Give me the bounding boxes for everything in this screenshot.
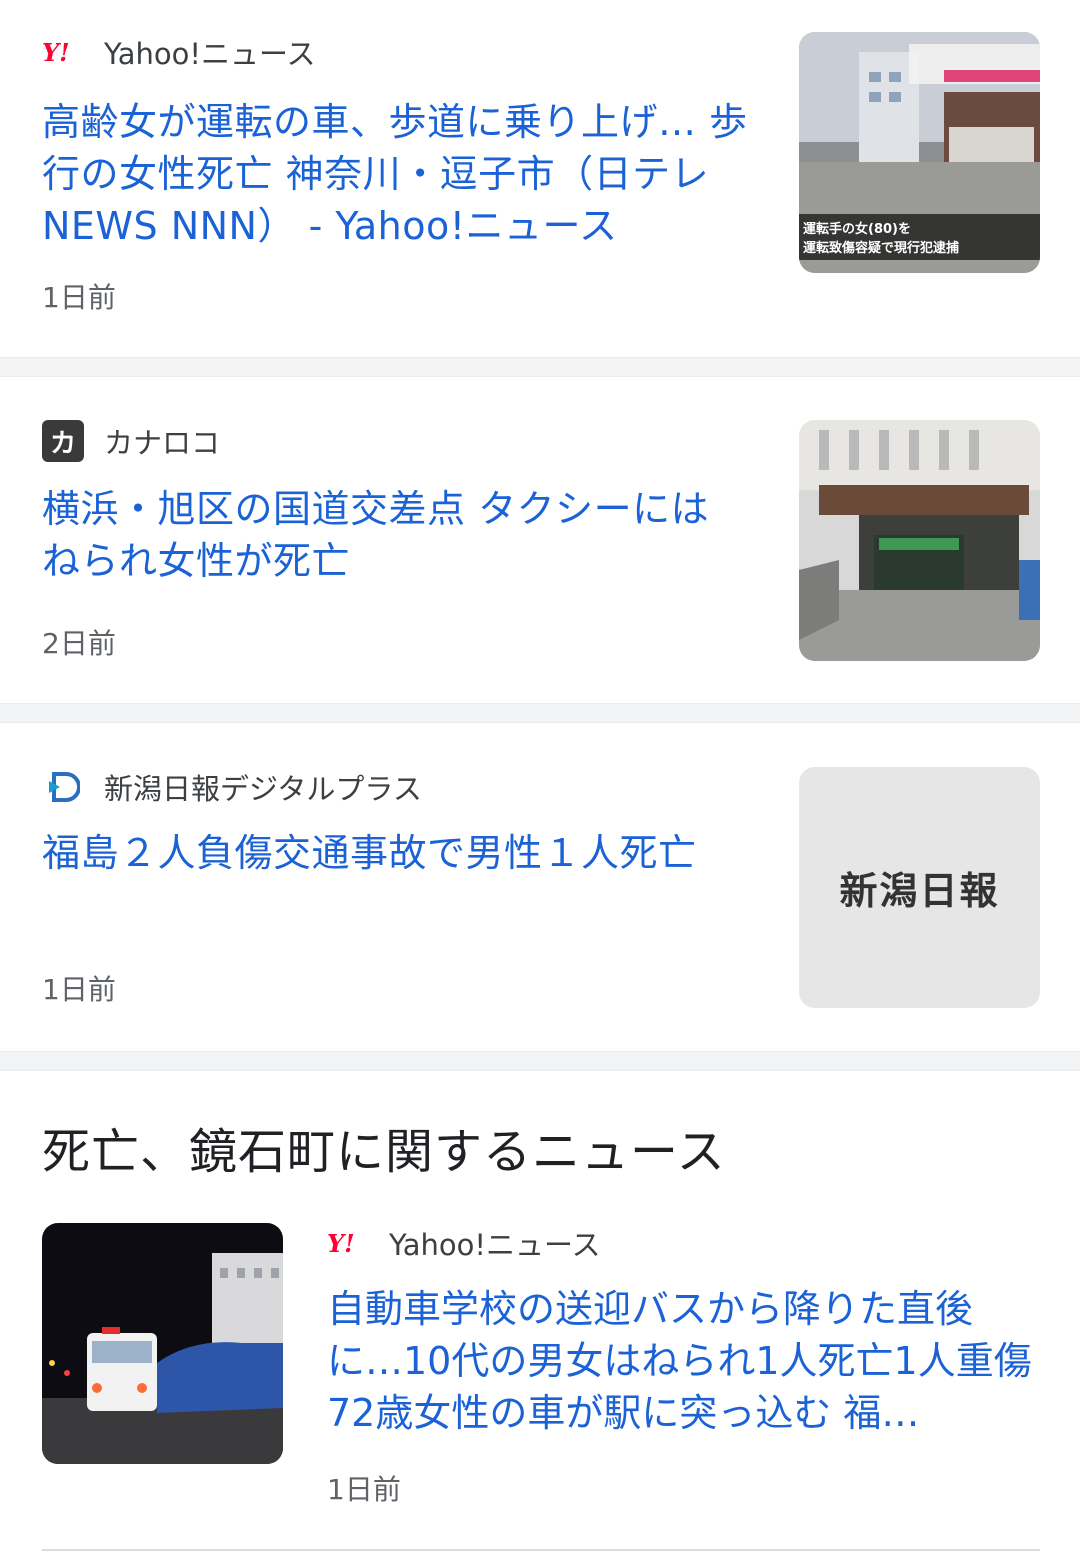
thumbnail-image[interactable]: 新潟日報 [799, 767, 1040, 1008]
headline-link[interactable]: 福島２人負傷交通事故で男性１人死亡 [42, 827, 782, 879]
source-name: カナロコ [104, 426, 221, 460]
news-source: 新潟日報デジタルプラス [42, 767, 422, 807]
headline-link[interactable]: 自動車学校の送迎バスから降りた直後に…10代の男女はねられ1人死亡1人重傷 72… [327, 1283, 1047, 1439]
news-card-1[interactable]: Y! Yahoo!ニュース 高齢女が運転の車、歩道に乗り上げ… 歩行の女性死亡 … [0, 0, 1080, 357]
card-divider [0, 357, 1080, 377]
card-divider [0, 703, 1080, 723]
timestamp: 1日前 [42, 281, 116, 314]
yahoo-logo-icon: Y! [327, 1229, 369, 1257]
headline-link[interactable]: 横浜・旭区の国道交差点 タクシーにはねられ女性が死亡 [42, 483, 742, 587]
news-card-4[interactable]: Y! Yahoo!ニュース 自動車学校の送迎バスから降りた直後に…10代の男女は… [0, 1200, 1080, 1545]
news-source: Y! Yahoo!ニュース [327, 1223, 601, 1263]
svg-text:Y!: Y! [42, 39, 70, 65]
thumbnail-image[interactable]: 運転手の女(80)を 運転致傷容疑で現行犯逮捕 [799, 32, 1040, 273]
timestamp: 1日前 [42, 973, 116, 1006]
timestamp: 2日前 [42, 627, 116, 660]
list-bottom-divider [42, 1549, 1040, 1551]
thumbnail-text: 新潟日報 [839, 868, 1000, 913]
niigata-nippo-logo-icon [42, 766, 84, 808]
source-name: Yahoo!ニュース [389, 1228, 601, 1262]
card-divider [0, 1051, 1080, 1071]
news-card-2[interactable]: カ カナロコ 横浜・旭区の国道交差点 タクシーにはねられ女性が死亡 2日前 [0, 377, 1080, 703]
svg-text:運転手の女(80)を: 運転手の女(80)を [803, 221, 911, 237]
yahoo-logo-icon: Y! [42, 38, 84, 66]
news-source: Y! Yahoo!ニュース [42, 32, 316, 72]
svg-text:運転致傷容疑で現行犯逮捕: 運転致傷容疑で現行犯逮捕 [803, 240, 959, 256]
thumbnail-image[interactable] [42, 1223, 283, 1464]
source-name: Yahoo!ニュース [104, 37, 316, 71]
news-source: カ カナロコ [42, 420, 221, 462]
timestamp: 1日前 [327, 1473, 401, 1506]
source-name: 新潟日報デジタルプラス [104, 772, 422, 806]
headline-link[interactable]: 高齢女が運転の車、歩道に乗り上げ… 歩行の女性死亡 神奈川・逗子市（日テレNEW… [42, 96, 762, 252]
section-title: 死亡、鏡石町に関するニュース [42, 1124, 726, 1180]
news-card-3[interactable]: 新潟日報デジタルプラス 福島２人負傷交通事故で男性１人死亡 1日前 新潟日報 [0, 723, 1080, 1051]
thumbnail-image[interactable] [799, 420, 1040, 661]
kanaloco-logo-icon: カ [42, 420, 84, 462]
svg-text:Y!: Y! [327, 1230, 355, 1256]
